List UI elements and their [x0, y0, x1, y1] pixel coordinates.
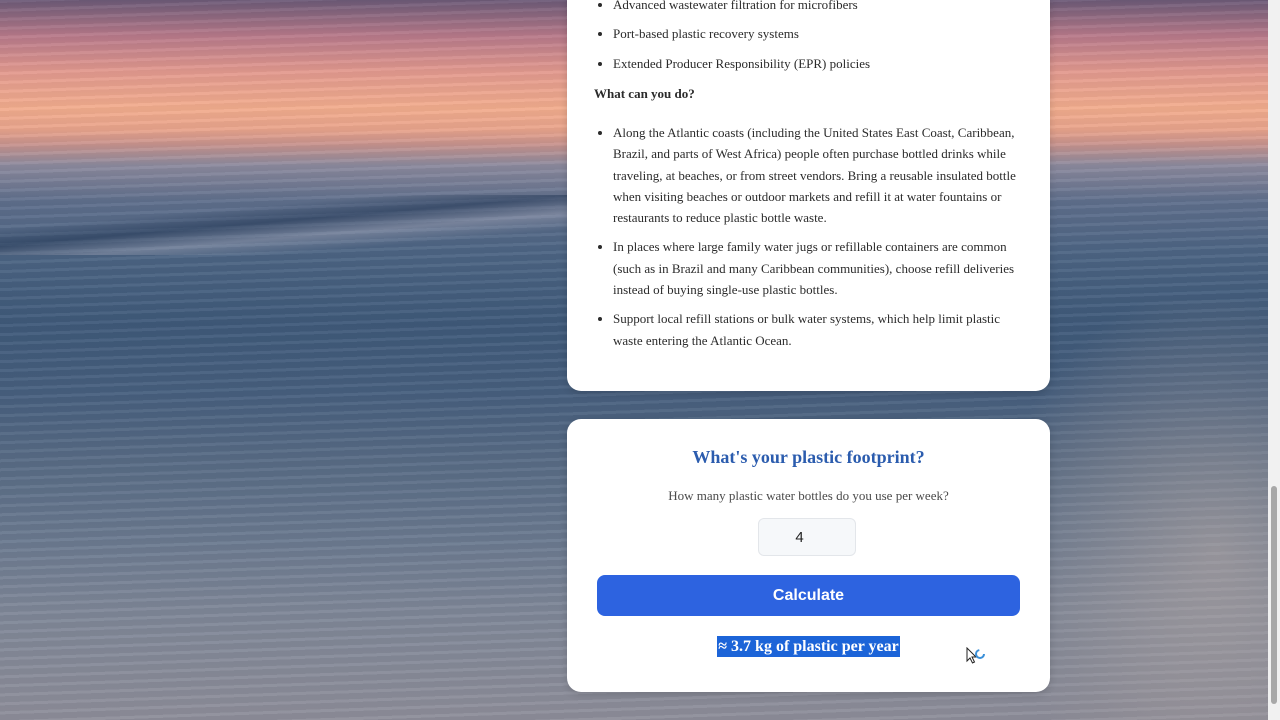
list-item: Advanced wastewater filtration for micro…	[613, 0, 1050, 15]
what-can-you-do-heading: What can you do?	[594, 86, 695, 101]
footprint-question: How many plastic water bottles do you us…	[668, 488, 949, 503]
scrollbar-thumb[interactable]	[1271, 486, 1277, 704]
info-card: Advanced wastewater filtration for micro…	[567, 0, 1050, 391]
loading-pointer-icon	[966, 647, 985, 664]
actions-list: Along the Atlantic coasts (including the…	[567, 122, 1050, 359]
calculate-button[interactable]: Calculate	[597, 575, 1020, 616]
list-item: Along the Atlantic coasts (including the…	[613, 122, 1050, 228]
list-item: Port-based plastic recovery systems	[613, 23, 1050, 44]
list-item: Support local refill stations or bulk wa…	[613, 308, 1050, 351]
footprint-result: ≈ 3.7 kg of plastic per year	[717, 636, 900, 657]
solutions-list: Advanced wastewater filtration for micro…	[567, 0, 1050, 82]
list-item: In places where large family water jugs …	[613, 236, 1050, 300]
bottles-per-week-input[interactable]	[758, 518, 856, 556]
list-item: Extended Producer Responsibility (EPR) p…	[613, 53, 1050, 74]
footprint-title: What's your plastic footprint?	[692, 447, 925, 467]
page-scrollbar[interactable]	[1268, 0, 1280, 720]
